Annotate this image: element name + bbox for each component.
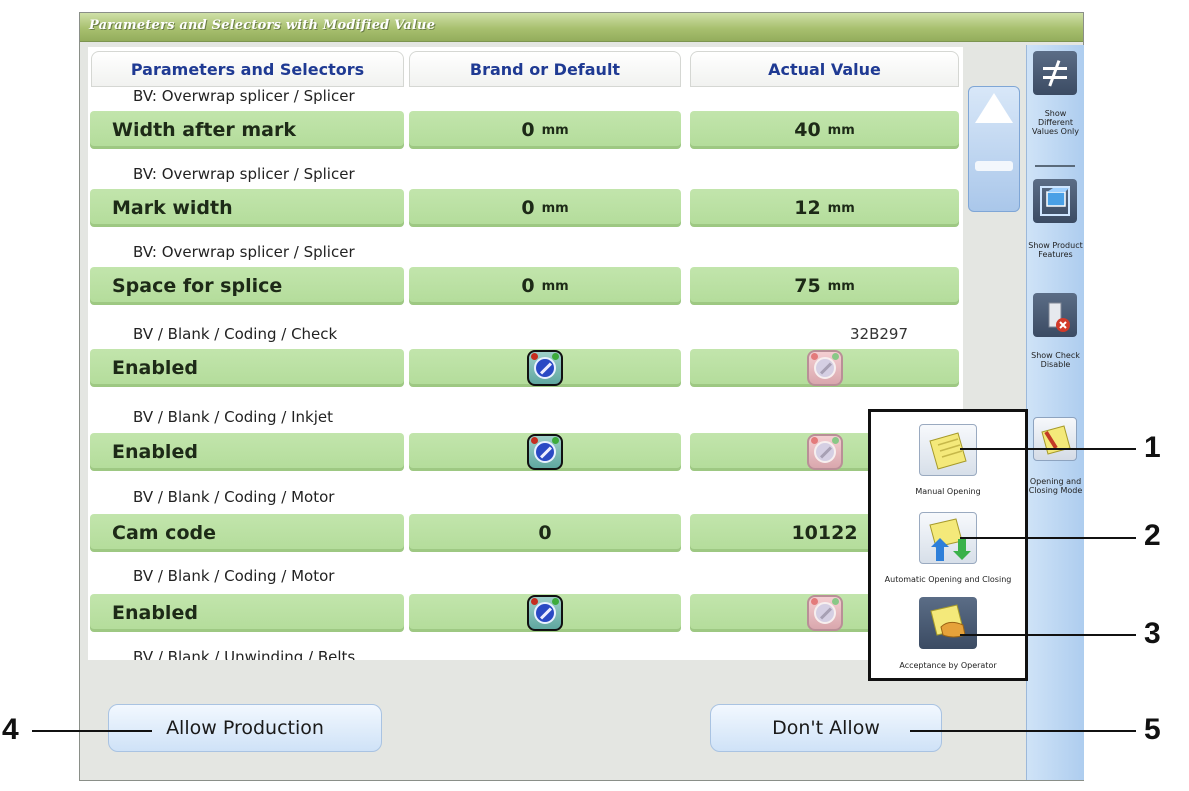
list-scrollbar[interactable]	[968, 86, 1020, 212]
parameter-name[interactable]: Enabled	[90, 433, 404, 471]
callout-number-3: 3	[1144, 617, 1161, 650]
enabled-on-icon	[527, 434, 563, 470]
callout-line-2	[960, 537, 1136, 539]
enabled-on-icon	[527, 350, 563, 386]
callout-number-2: 2	[1144, 519, 1161, 552]
row-path: BV: Overwrap splicer / Splicer	[133, 87, 355, 105]
window-title: Parameters and Selectors with Modified V…	[89, 18, 436, 33]
brand-number: 0	[521, 275, 535, 297]
show-different-label: Show Different Values Only	[1031, 109, 1079, 136]
show-product-features-label: Show Product Features	[1028, 241, 1083, 259]
callout-line-3	[960, 634, 1136, 636]
opening-closing-mode-button[interactable]	[1033, 417, 1077, 461]
allow-production-button[interactable]: Allow Production	[108, 704, 382, 752]
acceptance-operator-button[interactable]	[919, 597, 977, 649]
row-path: BV / Blank / Coding / Check	[133, 325, 338, 343]
brand-toggle-cell	[409, 594, 681, 632]
callout-line-4	[32, 730, 152, 732]
show-check-disable-button[interactable]	[1033, 293, 1077, 337]
callout-line-5	[910, 730, 1136, 732]
callout-number-1: 1	[1144, 431, 1161, 464]
manual-note-icon	[929, 432, 967, 470]
column-header-brand: Brand or Default	[409, 51, 681, 87]
row-path: BV / Blank / Coding / Motor	[133, 567, 335, 585]
callout-number-4: 4	[2, 713, 19, 746]
product-box-icon	[1040, 186, 1070, 216]
actual-number: 10122	[791, 522, 858, 544]
parameter-name[interactable]: Mark width	[90, 189, 404, 227]
actual-value[interactable]: 40 mm	[690, 111, 959, 149]
manual-opening-label: Manual Opening	[915, 487, 981, 496]
check-disable-icon	[1048, 302, 1070, 332]
parameter-name[interactable]: Enabled	[90, 594, 404, 632]
row-path: BV: Overwrap splicer / Splicer	[133, 243, 355, 261]
actual-number: 12	[794, 197, 821, 219]
toolbar-separator	[1035, 165, 1075, 167]
row-path: BV / Blank / Unwinding / Belts	[133, 648, 356, 660]
enabled-off-icon[interactable]	[806, 595, 843, 631]
parameter-name[interactable]: Cam code	[90, 514, 404, 552]
brand-value: 0 mm	[409, 267, 681, 305]
show-different-button[interactable]	[1033, 51, 1077, 95]
brand-unit: mm	[541, 278, 569, 294]
callout-number-5: 5	[1144, 713, 1161, 746]
actual-unit: mm	[827, 122, 855, 138]
brand-value: 0 mm	[409, 111, 681, 149]
column-header-parameters: Parameters and Selectors	[91, 51, 404, 87]
actual-toggle-cell[interactable]	[690, 349, 959, 387]
row-path: BV / Blank / Coding / Inkjet	[133, 408, 333, 426]
manual-opening-button[interactable]	[919, 424, 977, 476]
not-equal-icon	[1043, 60, 1067, 87]
opening-closing-mode-label: Opening and Closing Mode	[1028, 477, 1083, 495]
scroll-up-arrow-icon[interactable]	[975, 93, 1013, 123]
enabled-on-icon	[527, 595, 563, 631]
parameter-name[interactable]: Space for splice	[90, 267, 404, 305]
brand-number: 0	[538, 522, 552, 544]
brand-value: 0 mm	[409, 189, 681, 227]
row-path: BV: Overwrap splicer / Splicer	[133, 165, 355, 183]
operator-hand-icon	[930, 604, 966, 638]
automatic-opening-label: Automatic Opening and Closing	[884, 575, 1012, 584]
brand-toggle-cell	[409, 433, 681, 471]
actual-value[interactable]: 75 mm	[690, 267, 959, 305]
note-pencil-icon	[1041, 425, 1071, 455]
callout-line-1	[960, 448, 1136, 450]
enabled-off-icon[interactable]	[806, 350, 843, 386]
parameters-list[interactable]: Parameters and Selectors Brand or Defaul…	[88, 47, 963, 660]
parameter-name[interactable]: Enabled	[90, 349, 404, 387]
brand-value: 0	[409, 514, 681, 552]
enabled-off-icon[interactable]	[806, 434, 843, 470]
actual-number: 40	[794, 119, 821, 141]
row-path: BV / Blank / Coding / Motor	[133, 488, 335, 506]
brand-toggle-cell	[409, 349, 681, 387]
column-header-actual: Actual Value	[690, 51, 959, 87]
brand-unit: mm	[541, 122, 569, 138]
actual-unit: mm	[827, 200, 855, 216]
actual-unit: mm	[827, 278, 855, 294]
acceptance-operator-label: Acceptance by Operator	[899, 661, 997, 670]
right-toolbar: Show Different Values Only Show Product …	[1026, 45, 1084, 780]
row-code: 32B297	[849, 325, 908, 343]
title-bar: Parameters and Selectors with Modified V…	[80, 13, 1083, 42]
brand-number: 0	[521, 119, 535, 141]
actual-value[interactable]: 12 mm	[690, 189, 959, 227]
actual-number: 75	[794, 275, 821, 297]
show-product-features-button[interactable]	[1033, 179, 1077, 223]
scroll-thumb[interactable]	[975, 161, 1013, 171]
brand-unit: mm	[541, 200, 569, 216]
show-check-disable-label: Show Check Disable	[1031, 351, 1080, 369]
parameter-name[interactable]: Width after mark	[90, 111, 404, 149]
auto-arrows-icon	[929, 518, 971, 561]
dont-allow-button[interactable]: Don't Allow	[710, 704, 942, 752]
brand-number: 0	[521, 197, 535, 219]
